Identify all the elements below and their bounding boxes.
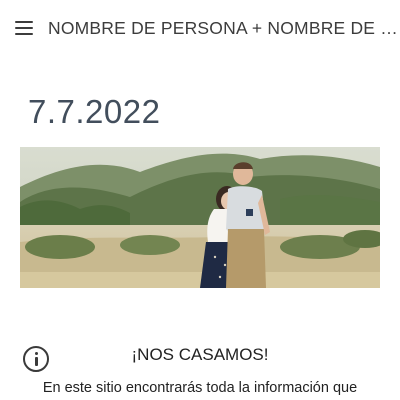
- intro-paragraph: En este sitio encontrarás toda la inform…: [42, 380, 358, 396]
- page-date-heading: 7.7.2022: [28, 93, 161, 130]
- site-title[interactable]: NOMBRE DE PERSONA + NOMBRE DE PERSONA: [48, 18, 400, 39]
- top-app-bar: NOMBRE DE PERSONA + NOMBRE DE PERSONA: [0, 0, 400, 56]
- info-icon[interactable]: [23, 346, 49, 372]
- hamburger-menu-icon[interactable]: [12, 16, 36, 40]
- headline: ¡NOS CASAMOS!: [131, 345, 269, 364]
- hero-image: [20, 147, 380, 288]
